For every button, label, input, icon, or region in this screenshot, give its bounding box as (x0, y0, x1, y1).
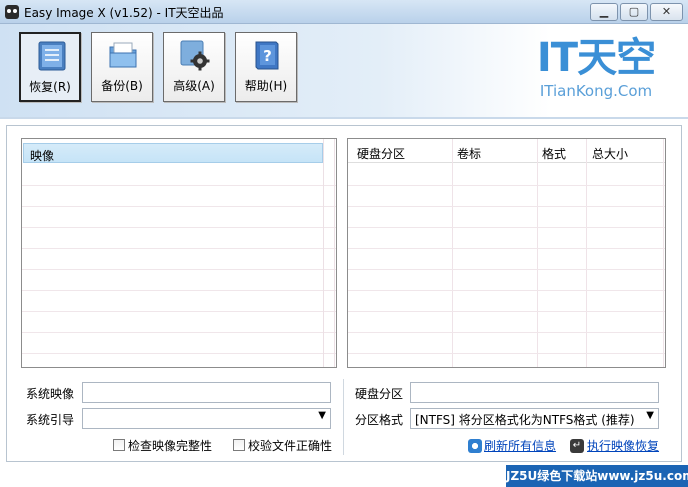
partition-format-select[interactable]: [NTFS] 将分区格式化为NTFS格式 (推荐) ▼ (410, 408, 659, 429)
disk-partition-input[interactable] (410, 382, 659, 403)
list-row (22, 269, 336, 291)
logo-sub-text: ITianKong.Com (539, 82, 653, 100)
app-icon (5, 5, 19, 19)
restore-button[interactable]: 恢复(R) (19, 32, 81, 102)
column-divider (334, 139, 335, 367)
system-image-input[interactable] (82, 382, 331, 403)
enter-icon[interactable]: ↵ (570, 439, 584, 453)
maximize-button[interactable]: ▢ (620, 3, 648, 21)
column-header-volume-label[interactable]: 卷标 (457, 145, 481, 162)
list-row (22, 164, 336, 186)
help-book-icon: ? (255, 41, 279, 70)
restore-icon (38, 41, 66, 71)
chevron-down-icon: ▼ (318, 410, 326, 421)
folder-icon (109, 42, 137, 68)
check-integrity-checkbox[interactable] (113, 439, 125, 451)
refresh-all-link[interactable]: 刷新所有信息 (484, 437, 556, 454)
execute-restore-link[interactable]: 执行映像恢复 (587, 437, 659, 454)
restore-label: 恢复(R) (29, 80, 71, 94)
column-header-disk-partition[interactable]: 硬盘分区 (357, 145, 405, 162)
refresh-icon[interactable] (468, 439, 482, 453)
svg-text:?: ? (263, 47, 272, 65)
list-row (348, 206, 665, 228)
image-column-label: 映像 (30, 149, 55, 163)
minimize-button[interactable]: ▁ (590, 3, 618, 21)
list-row (22, 290, 336, 312)
header-divider (0, 117, 688, 119)
list-row (348, 269, 665, 291)
list-row (348, 185, 665, 207)
close-button[interactable]: ✕ (650, 3, 683, 21)
column-header-format[interactable]: 格式 (542, 145, 566, 162)
list-row (348, 311, 665, 333)
chevron-down-icon: ▼ (646, 410, 654, 421)
list-row (22, 185, 336, 207)
list-row (22, 311, 336, 333)
check-integrity-label[interactable]: 检查映像完整性 (128, 437, 212, 454)
disk-partition-label: 硬盘分区 (355, 387, 404, 401)
image-list-header[interactable]: 映像 (23, 143, 323, 163)
backup-button[interactable]: 备份(B) (91, 32, 153, 102)
help-button[interactable]: ? 帮助(H) (235, 32, 297, 102)
system-boot-label: 系统引导 (26, 413, 75, 427)
gear-icon (180, 40, 210, 71)
itiankong-logo: IT天空 ITianKong.Com (531, 36, 661, 106)
image-list[interactable]: 映像 (21, 138, 337, 368)
list-row (22, 227, 336, 249)
list-row (22, 248, 336, 270)
list-row (348, 248, 665, 270)
verify-files-label[interactable]: 校验文件正确性 (248, 437, 332, 454)
list-row (348, 290, 665, 312)
column-divider (323, 139, 324, 367)
advanced-button[interactable]: 高级(A) (163, 32, 225, 102)
form-divider (343, 379, 344, 455)
system-image-label: 系统映像 (26, 387, 75, 401)
backup-label: 备份(B) (101, 79, 143, 93)
list-row (348, 332, 665, 354)
help-label: 帮助(H) (244, 79, 288, 93)
logo-main-text: IT天空 (536, 35, 656, 81)
list-row (348, 227, 665, 249)
column-header-total-size[interactable]: 总大小 (592, 145, 628, 162)
list-row (348, 164, 665, 186)
system-boot-select[interactable]: ▼ (82, 408, 331, 429)
list-row (22, 332, 336, 354)
partition-format-label: 分区格式 (355, 413, 404, 427)
partition-list-header: 硬盘分区 卷标 格式 总大小 (348, 141, 665, 163)
window-title: Easy Image X (v1.52) - IT天空出品 (24, 6, 224, 20)
advanced-label: 高级(A) (173, 79, 215, 93)
verify-files-checkbox[interactable] (233, 439, 245, 451)
partition-list[interactable]: 硬盘分区 卷标 格式 总大小 (347, 138, 666, 368)
watermark-banner: JZ5U绿色下载站www.jz5u.com (506, 465, 688, 487)
list-row (22, 206, 336, 228)
partition-format-value: [NTFS] 将分区格式化为NTFS格式 (推荐) (415, 413, 635, 427)
